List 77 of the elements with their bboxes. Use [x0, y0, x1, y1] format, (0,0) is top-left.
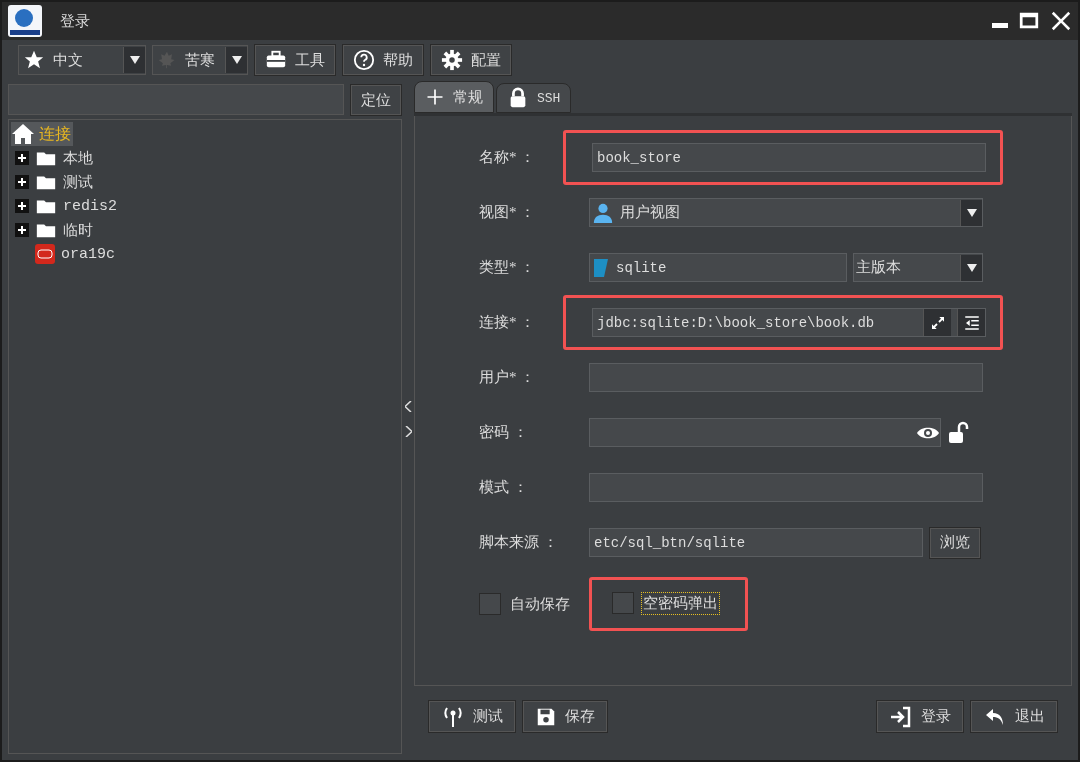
tree-item[interactable]: 本地 — [11, 146, 399, 170]
expand-toggle[interactable] — [15, 199, 29, 213]
login-icon — [889, 704, 913, 729]
caret-icon — [966, 263, 977, 272]
window-title: 登录 — [60, 11, 90, 31]
toolbar-button[interactable]: 工具 — [254, 44, 336, 76]
tree-label: 本地 — [63, 149, 93, 168]
browse-button[interactable]: 浏览 — [929, 526, 981, 559]
field-label: 用户* ： — [479, 368, 537, 387]
user-icon — [592, 201, 614, 224]
expand-icon — [929, 314, 946, 331]
settings-icon — [441, 49, 463, 71]
type-value: sqlite — [616, 259, 667, 276]
tree-item[interactable]: 测试 — [11, 170, 399, 194]
field-label: 密码 ： — [479, 423, 529, 442]
footer-button[interactable]: 登录 — [876, 700, 964, 733]
database-icon — [35, 244, 55, 264]
caret-icon — [129, 56, 140, 64]
tree-label: ora19c — [61, 245, 115, 263]
tree-item[interactable]: redis2 — [11, 194, 399, 218]
language-value: 中文 — [53, 50, 83, 70]
expand-toggle[interactable] — [15, 223, 29, 237]
field-label: 脚本来源 ： — [479, 533, 559, 552]
plus-icon — [425, 87, 445, 107]
footer-button[interactable]: 退出 — [970, 700, 1058, 733]
home-icon — [11, 122, 35, 146]
tree-label: 测试 — [63, 173, 93, 192]
search-field[interactable] — [8, 84, 344, 115]
chevron-left-icon[interactable] — [404, 401, 412, 412]
toolbar-button[interactable]: 配置 — [430, 44, 512, 76]
footer-button[interactable]: 保存 — [522, 700, 608, 733]
password-field[interactable] — [589, 418, 941, 447]
toolbar-button[interactable]: 帮助 — [342, 44, 424, 76]
tab[interactable]: 常规 — [414, 81, 494, 113]
indent-button[interactable] — [957, 309, 985, 336]
tree-item[interactable]: 临时 — [11, 218, 399, 242]
theme-value: 苦寒 — [185, 50, 215, 70]
language-select[interactable]: 中文 — [18, 45, 146, 75]
version-select[interactable]: 主版本 — [853, 253, 983, 282]
footer-button[interactable]: 测试 — [428, 700, 516, 733]
field-label: 连接* ： — [479, 313, 537, 332]
star-icon — [23, 49, 45, 71]
feather-icon — [592, 256, 610, 279]
close-icon — [1050, 10, 1072, 32]
caret-icon — [966, 208, 977, 217]
field-label: 名称* ： — [479, 148, 537, 167]
checkbox-label: 自动保存 — [509, 594, 571, 614]
field-label: 类型* ： — [479, 258, 537, 277]
checkbox[interactable] — [612, 592, 634, 614]
app-logo-icon — [8, 5, 42, 37]
tree-item[interactable]: ora19c — [11, 242, 399, 266]
select-value: 用户视图 — [620, 203, 681, 222]
tree-label: 临时 — [63, 221, 93, 240]
chevron-right-icon[interactable] — [404, 426, 412, 437]
select-value: 主版本 — [856, 258, 902, 277]
expand-toggle[interactable] — [15, 151, 29, 165]
checkbox-label: 空密码弹出 — [642, 592, 719, 614]
field-label: 视图* ： — [479, 203, 537, 222]
help-icon — [353, 49, 375, 71]
minimize-icon — [992, 23, 1008, 28]
view-select[interactable]: 用户视图 — [589, 198, 983, 227]
field-label: 模式 ： — [479, 478, 529, 497]
tree-label: 连接 — [39, 123, 71, 144]
url-input[interactable]: jdbc:sqlite:D:\book_store\book.db — [595, 309, 917, 336]
tree-label: redis2 — [63, 197, 117, 215]
tree-root[interactable]: 连接 — [11, 122, 73, 146]
url-field[interactable]: jdbc:sqlite:D:\book_store\book.db — [592, 308, 986, 337]
tab[interactable]: SSH — [496, 83, 572, 113]
caret-icon — [231, 56, 242, 64]
locate-button[interactable]: 定位 — [350, 84, 402, 116]
expand-toggle[interactable] — [15, 175, 29, 189]
expand-button[interactable] — [923, 309, 951, 336]
type-field[interactable]: sqlite — [589, 253, 847, 282]
checkbox[interactable] — [479, 593, 501, 615]
unlock-icon — [947, 420, 971, 445]
theme-select[interactable]: 苦寒 — [152, 45, 248, 75]
indent-icon — [962, 313, 981, 332]
